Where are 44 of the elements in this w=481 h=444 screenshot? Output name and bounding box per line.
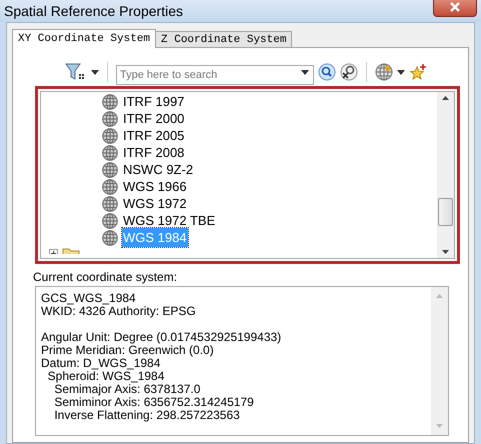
info-line: WKID: 4326 Authority: EPSG — [41, 305, 197, 318]
scroll-up-icon[interactable] — [442, 96, 449, 100]
globe-icon — [102, 162, 118, 178]
tab[interactable]: Z Coordinate System — [156, 31, 292, 47]
tree-item[interactable]: ITRF 2005 — [122, 126, 186, 146]
scroll-thumb[interactable] — [438, 198, 453, 226]
close-button[interactable] — [433, 0, 477, 17]
new-star-icon[interactable] — [409, 63, 427, 81]
globe-icon — [102, 212, 118, 228]
globe-icon — [102, 178, 118, 194]
caret-icon[interactable] — [301, 70, 309, 75]
globe-icon — [102, 144, 118, 160]
window-title: Spatial Reference Properties — [4, 2, 183, 21]
tree-item[interactable]: ITRF 2000 — [122, 108, 186, 128]
tab[interactable]: XY Coordinate System — [12, 29, 156, 48]
tree-item[interactable]: WGS 1966 — [122, 176, 188, 196]
globe-icon[interactable] — [375, 63, 393, 81]
globe-icon — [102, 196, 118, 212]
info-line: Semiminor Axis: 6356752.314245179 — [53, 396, 255, 409]
info-line: Inverse Flattening: 298.257223563 — [53, 409, 241, 422]
tree-item[interactable]: ITRF 1997 — [122, 92, 186, 112]
globe-icon — [102, 94, 118, 110]
scroll-down-icon[interactable] — [442, 250, 449, 254]
tree-item[interactable]: ITRF 2008 — [122, 142, 186, 162]
caret-icon[interactable] — [91, 70, 99, 74]
tree-item[interactable]: NSWC 9Z-2 — [122, 160, 194, 180]
info-line: GCS_WGS_1984 — [41, 292, 137, 305]
tree-item[interactable]: WGS 1972 — [122, 194, 188, 214]
info-line: Datum: D_WGS_1984 — [41, 357, 162, 370]
clear-search-icon[interactable] — [340, 63, 358, 81]
close-icon — [449, 2, 461, 12]
info-line: Spheroid: WGS_1984 — [46, 370, 166, 383]
info-line: Semimajor Axis: 6378137.0 — [54, 383, 202, 396]
tree-item[interactable]: WGS 1972 TBE — [122, 210, 216, 230]
globe-icon — [102, 110, 118, 126]
filter-icon[interactable] — [65, 62, 87, 82]
globe-icon — [102, 128, 118, 144]
globe-icon — [102, 230, 118, 246]
info-line: Angular Unit: Degree (0.0174532925199433) — [41, 331, 282, 344]
caret-icon[interactable] — [397, 70, 405, 74]
search-field[interactable]: Type here to search — [116, 65, 314, 85]
section-label: Current coordinate system: — [33, 270, 178, 284]
search-icon[interactable] — [318, 63, 336, 81]
info-line: Prime Meridian: Greenwich (0.0) — [41, 344, 214, 357]
